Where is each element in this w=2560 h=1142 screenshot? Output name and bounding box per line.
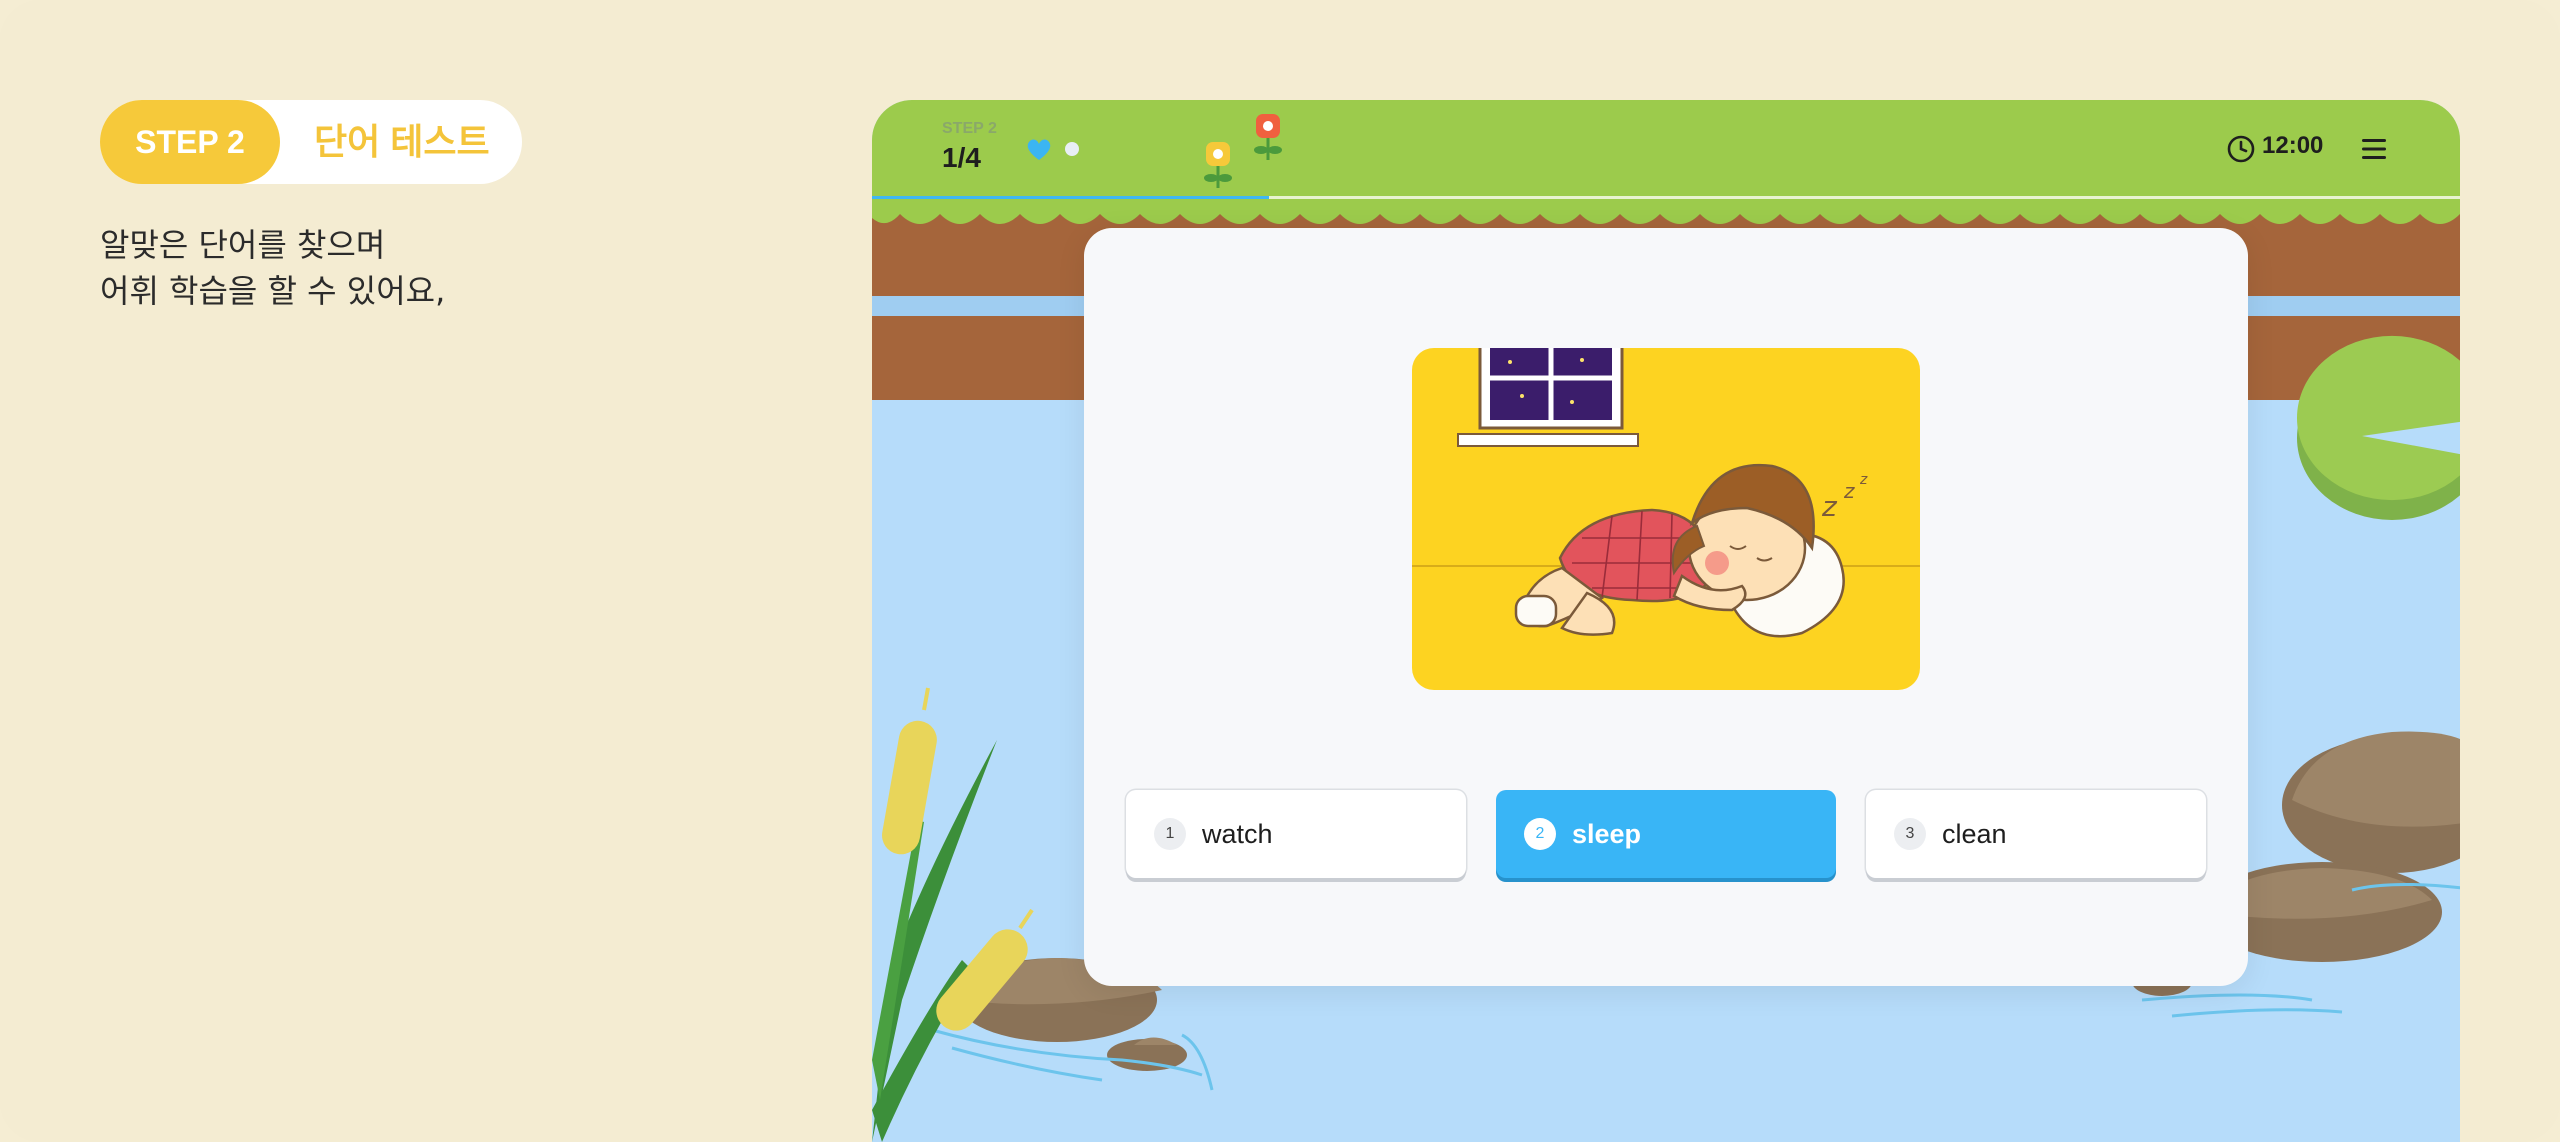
description: 알맞은 단어를 찾으며 어휘 학습을 할 수 있어요,: [100, 222, 700, 314]
answer-number: 3: [1894, 818, 1926, 850]
answer-option-1[interactable]: 1 watch: [1126, 790, 1466, 878]
menu-icon[interactable]: [2360, 136, 2388, 162]
question-card: z z z 1 watch 2 sleep 3 clean: [1084, 228, 2248, 986]
lily-pad: [2297, 336, 2460, 520]
clock-icon: [2227, 135, 2255, 163]
girl-sleeping-illustration: z z z: [1412, 348, 1920, 638]
flower-red-icon: [1254, 114, 1282, 160]
step-title: 단어 테스트: [314, 121, 490, 162]
flower-yellow-icon: [1204, 142, 1232, 188]
description-line-1: 알맞은 단어를 찾으며: [100, 226, 386, 264]
answer-label: watch: [1202, 819, 1273, 849]
answer-label: clean: [1942, 819, 2007, 849]
life-dot-empty: [1065, 142, 1079, 156]
grass-header: [872, 100, 2460, 210]
hud-step-label: STEP 2: [942, 120, 997, 137]
page-background: STEP 2 단어 테스트 알맞은 단어를 찾으며 어휘 학습을 할 수 있어요…: [0, 0, 2560, 1142]
answer-option-3[interactable]: 3 clean: [1866, 790, 2206, 878]
reeds: [872, 687, 1034, 1142]
heart-icon: [1027, 139, 1051, 160]
game-screen: STEP 2 1/4 12:00 z z z 1 watch 2 sleep 3…: [872, 100, 2460, 1142]
answer-option-2[interactable]: 2 sleep: [1496, 790, 1836, 878]
progress-fill: [872, 196, 1269, 199]
svg-text:z: z: [1859, 472, 1868, 488]
svg-text:z: z: [1843, 479, 1855, 503]
step-tag: STEP 2: [100, 100, 280, 184]
answer-number: 1: [1154, 818, 1186, 850]
question-image: z z z: [1412, 348, 1920, 690]
step-pill: STEP 2 단어 테스트: [100, 100, 522, 184]
question-counter: 1/4: [942, 142, 981, 173]
answer-number: 2: [1524, 818, 1556, 850]
timer: 12:00: [2262, 132, 2324, 159]
answer-label: sleep: [1572, 819, 1642, 849]
description-line-2: 어휘 학습을 할 수 있어요,: [100, 272, 446, 310]
svg-text:z: z: [1821, 490, 1838, 523]
